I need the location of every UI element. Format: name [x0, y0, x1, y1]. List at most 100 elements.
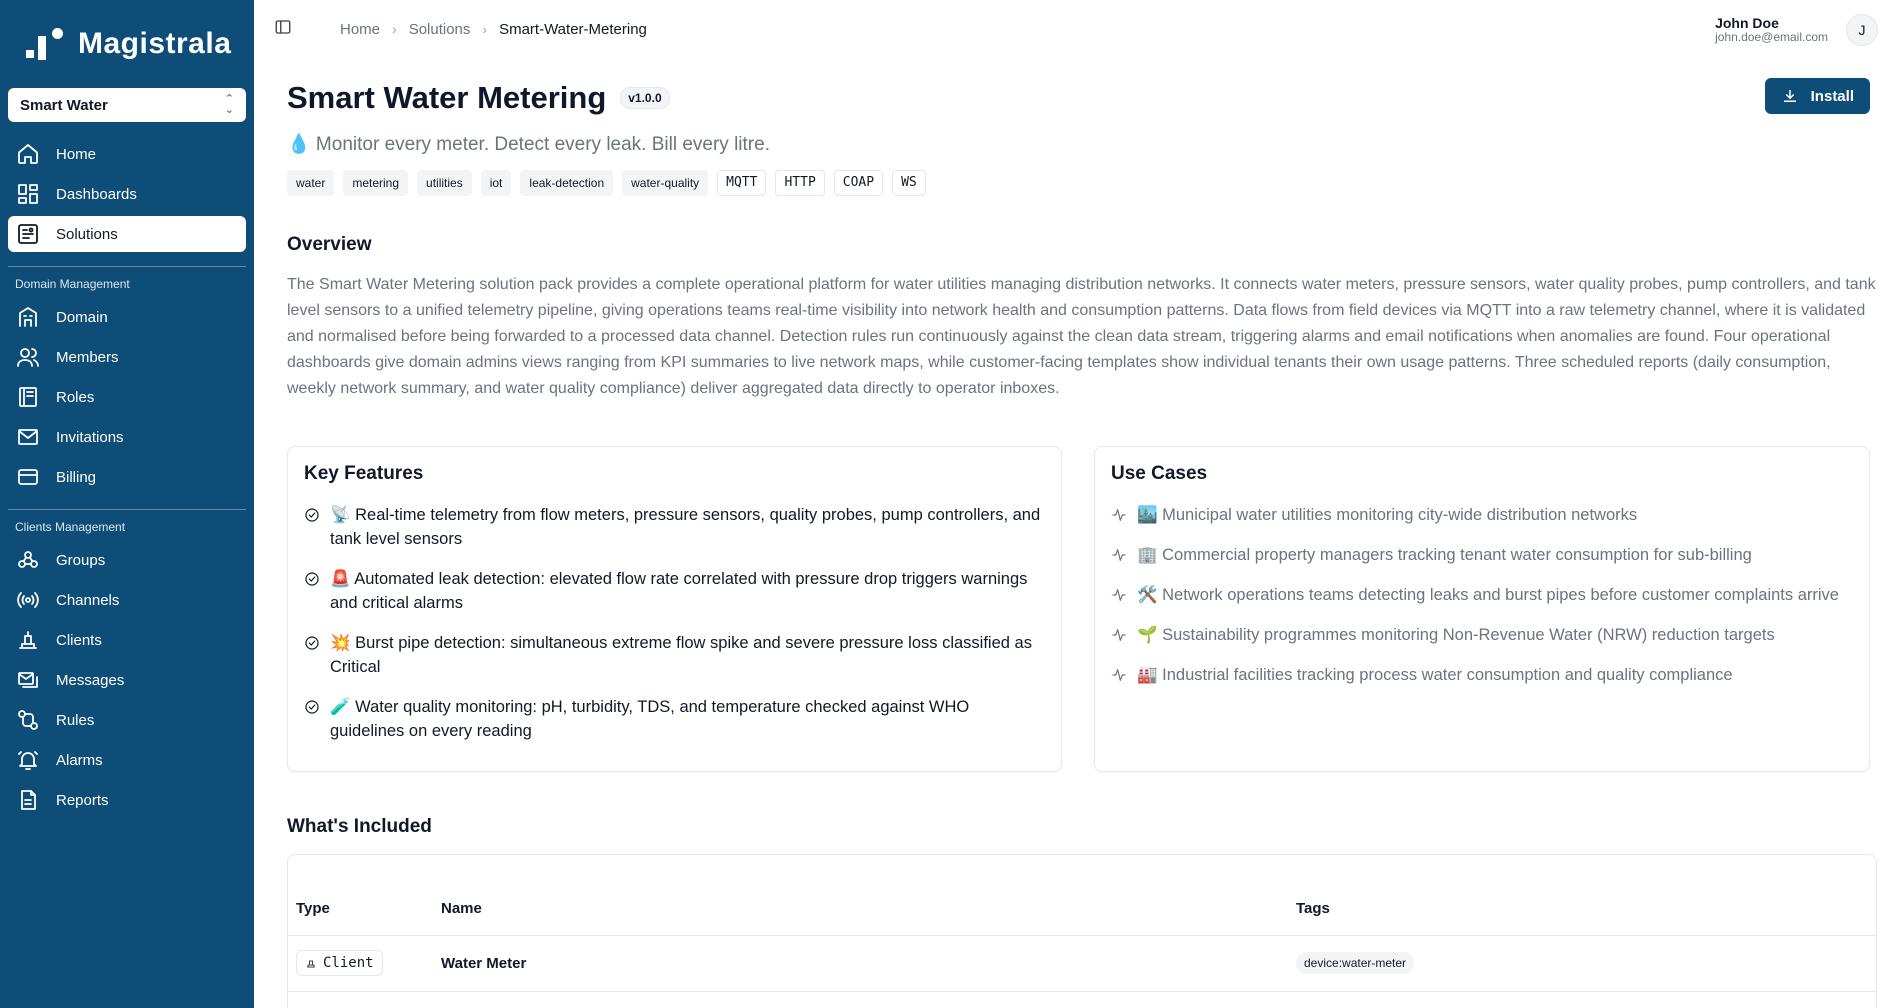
sidebar-item-alarms[interactable]: Alarms	[8, 742, 246, 778]
client-icon	[307, 960, 315, 968]
check-circle-icon	[304, 698, 320, 714]
sidebar-item-dashboards[interactable]: Dashboards	[8, 176, 246, 212]
user-menu[interactable]: John Doe john.doe@email.com J	[1715, 14, 1878, 46]
check-circle-icon	[304, 506, 320, 522]
sidebar-item-label: Invitations	[56, 428, 124, 446]
workspace-selector[interactable]: Smart Water ⌃ ⌄	[8, 88, 246, 122]
breadcrumb: Home › Solutions › Smart-Water-Metering	[340, 21, 647, 38]
sidebar-domain-nav: Domain Members Roles Invitations Billing	[0, 299, 254, 495]
protocol-badge: COAP	[833, 170, 884, 196]
sidebar-item-reports[interactable]: Reports	[8, 782, 246, 818]
user-name: John Doe	[1715, 15, 1779, 31]
use-case-item: 🏭 Industrial facilities tracking process…	[1111, 663, 1853, 687]
tag-badge: iot	[480, 170, 512, 196]
sidebar-item-groups[interactable]: Groups	[8, 542, 246, 578]
bell-icon	[16, 748, 40, 772]
feature-text: 🚨 Automated leak detection: elevated flo…	[330, 570, 1028, 612]
brand-logo[interactable]: Magistrala	[0, 0, 254, 88]
sidebar-item-solutions[interactable]: Solutions	[8, 216, 246, 252]
table-cell-type: Client	[288, 935, 433, 992]
feature-item: 📡 Real-time telemetry from flow meters, …	[304, 503, 1045, 551]
magistrala-logo-icon	[24, 26, 68, 62]
sidebar-item-label: Billing	[56, 468, 97, 486]
protocol-badge: MQTT	[717, 170, 767, 196]
sidebar-item-domain[interactable]: Domain	[8, 299, 246, 335]
sidebar-item-channels[interactable]: Channels	[8, 582, 246, 618]
page-title: Smart Water Metering	[287, 80, 607, 115]
feature-item: 🚨 Automated leak detection: elevated flo…	[304, 567, 1045, 615]
sidebar-item-messages[interactable]: Messages	[8, 662, 246, 698]
sidebar-item-members[interactable]: Members	[8, 339, 246, 375]
messages-icon	[16, 668, 40, 692]
chevron-right-icon: ›	[392, 21, 397, 37]
sidebar-item-label: Dashboards	[56, 185, 137, 203]
tag-badge: utilities	[417, 170, 472, 196]
download-icon	[1783, 90, 1796, 102]
channels-icon	[16, 588, 40, 612]
card-icon	[16, 465, 40, 489]
workspace-selector-value: Smart Water	[20, 96, 108, 114]
check-circle-icon	[304, 570, 320, 586]
use-case-text: 🏭 Industrial facilities tracking process…	[1137, 666, 1733, 684]
user-info: John Doe john.doe@email.com	[1715, 16, 1828, 44]
feature-text: 💥 Burst pipe detection: simultaneous ext…	[330, 634, 1032, 676]
key-features-card: Key Features 📡 Real-time telemetry from …	[287, 446, 1062, 772]
feature-item: 💥 Burst pipe detection: simultaneous ext…	[304, 631, 1045, 679]
rules-icon	[16, 708, 40, 732]
sidebar-item-home[interactable]: Home	[8, 136, 246, 172]
breadcrumb-current: Smart-Water-Metering	[499, 20, 647, 38]
install-button-label: Install	[1810, 87, 1854, 105]
activity-icon	[1111, 586, 1127, 602]
breadcrumb-home[interactable]: Home	[340, 21, 380, 38]
key-features-heading: Key Features	[304, 463, 424, 484]
column-header-name: Name	[433, 855, 1288, 936]
sidebar-item-label: Clients	[56, 631, 102, 649]
sidebar-item-invitations[interactable]: Invitations	[8, 419, 246, 455]
feature-text: 🧪 Water quality monitoring: pH, turbidit…	[330, 698, 970, 740]
tag-badge: water	[287, 170, 335, 196]
sidebar-clients-nav: Groups Channels Clients Messages Rules A…	[0, 542, 254, 818]
sidebar-item-label: Messages	[56, 671, 125, 689]
protocol-badge: HTTP	[775, 170, 825, 196]
type-chip: Client	[296, 950, 383, 976]
mail-icon	[16, 425, 40, 449]
domain-section-label: Domain Management	[15, 277, 130, 291]
overview-heading: Overview	[287, 234, 372, 255]
column-header-tags: Tags	[1288, 855, 1876, 936]
breadcrumb-solutions[interactable]: Solutions	[409, 21, 471, 38]
avatar[interactable]: J	[1846, 14, 1878, 46]
feature-text: 📡 Real-time telemetry from flow meters, …	[330, 506, 1041, 548]
brand-name: Magistrala	[78, 27, 232, 60]
activity-icon	[1111, 546, 1127, 562]
included-table-grid: Type Name Tags Client Water Meter device…	[288, 855, 1876, 992]
sidebar-item-billing[interactable]: Billing	[8, 459, 246, 495]
activity-icon	[1111, 506, 1127, 522]
column-header-type: Type	[288, 855, 433, 936]
sidebar-item-roles[interactable]: Roles	[8, 379, 246, 415]
chevron-up-down-icon: ⌃ ⌄	[224, 93, 234, 116]
solutions-icon	[16, 222, 40, 246]
sidebar-item-label: Home	[56, 145, 97, 163]
dashboard-icon	[16, 182, 40, 206]
use-case-item: 🌱 Sustainability programmes monitoring N…	[1111, 623, 1853, 647]
use-case-item: 🛠️ Network operations teams detecting le…	[1111, 583, 1853, 607]
table-header-row: Type Name Tags	[288, 855, 1876, 936]
title-row: Smart Water Metering v1.0.0 Install	[287, 78, 1870, 118]
members-icon	[16, 345, 40, 369]
row-tag-badge: device:water-meter	[1296, 952, 1415, 974]
sidebar-item-label: Roles	[56, 388, 95, 406]
table-row[interactable]: Client Water Meter device:water-meter	[288, 935, 1876, 992]
sidebar-divider	[8, 266, 246, 267]
sidebar-toggle-icon[interactable]	[274, 18, 292, 41]
sidebar-item-label: Groups	[56, 551, 106, 569]
domain-icon	[16, 305, 40, 329]
overview-text: The Smart Water Metering solution pack p…	[287, 276, 1876, 397]
tag-badge: metering	[343, 170, 409, 196]
feature-cards: Key Features 📡 Real-time telemetry from …	[287, 446, 1870, 772]
user-email: john.doe@email.com	[1715, 30, 1828, 44]
install-button[interactable]: Install	[1764, 78, 1870, 114]
sidebar-item-label: Alarms	[56, 751, 103, 769]
sidebar-item-label: Reports	[56, 791, 109, 809]
sidebar-item-clients[interactable]: Clients	[8, 622, 246, 658]
sidebar-item-rules[interactable]: Rules	[8, 702, 246, 738]
